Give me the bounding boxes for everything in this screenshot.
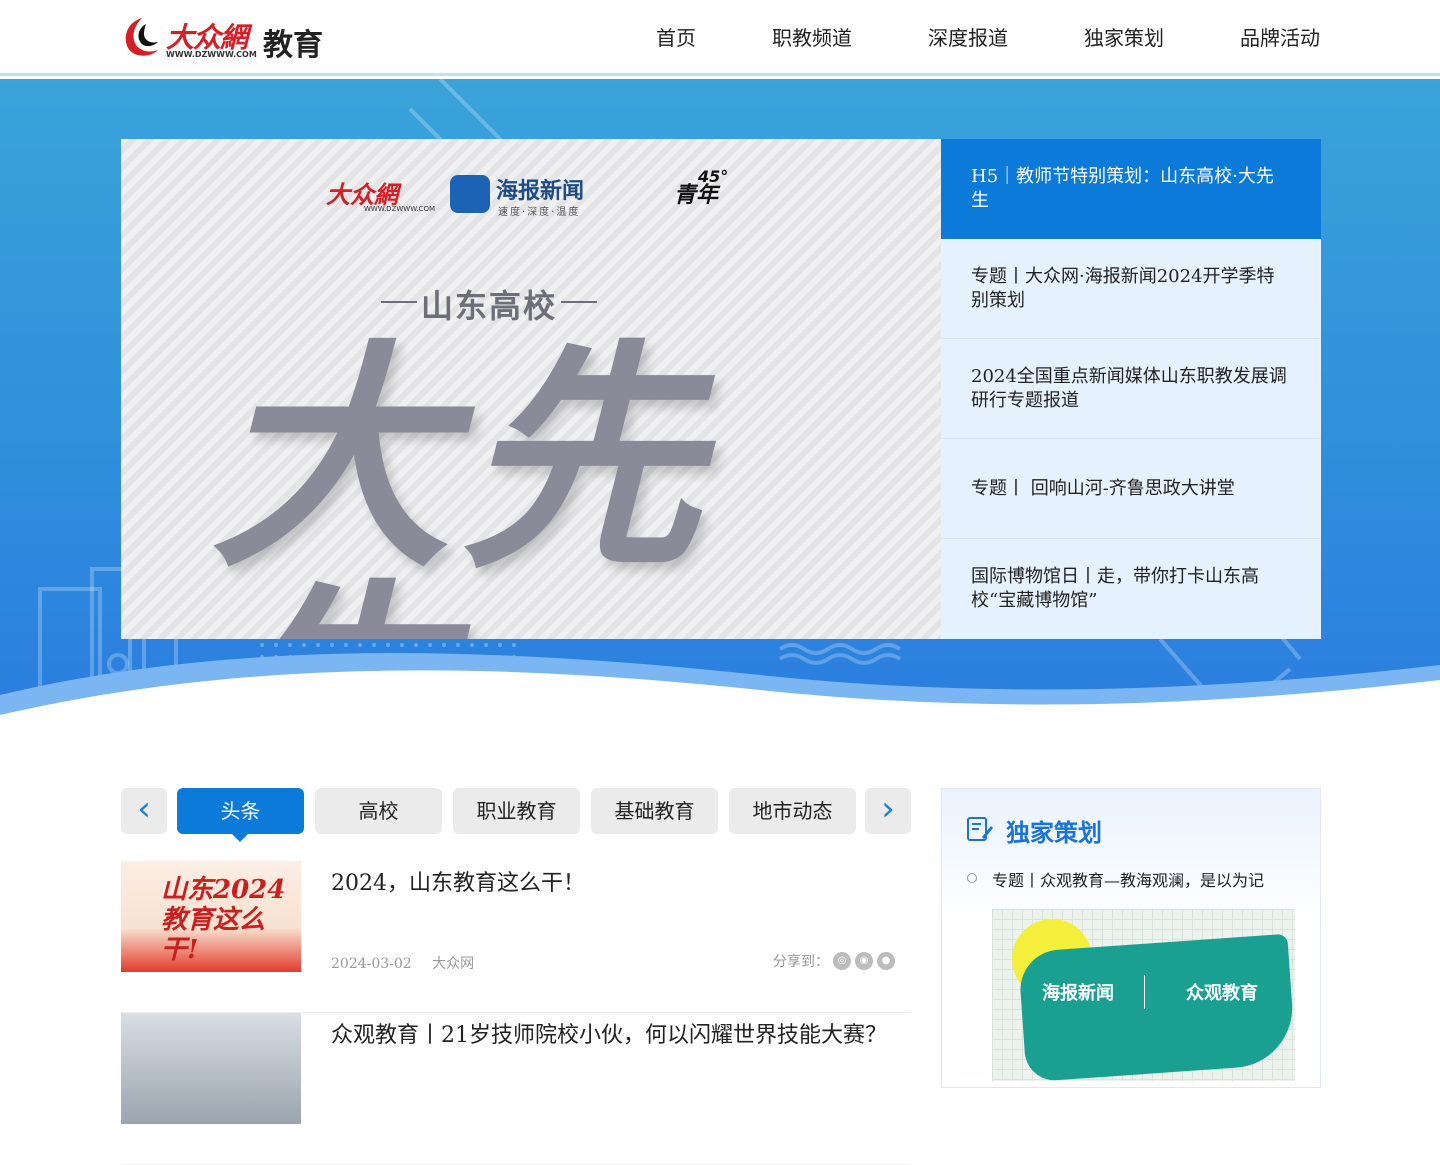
banner-calligraphy-title: 大先生 <box>211 318 712 639</box>
panel-image-haibao-text: 海报新闻 <box>1042 983 1114 1004</box>
site-logo[interactable]: 大众網 WWW.DZWWW.COM 教育 <box>120 12 330 64</box>
chevron-right-icon[interactable]: › <box>865 788 911 834</box>
nav-indepth[interactable]: 深度报道 <box>928 22 1008 51</box>
news-meta: 2024-03-02 大众网 <box>331 953 474 973</box>
banner-logo-haibao: 海报新闻 <box>496 179 585 204</box>
exclusive-features-panel: 独家策划 专题丨众观教育—教海观澜，是以为记 海报新闻 众观教育 <box>941 788 1321 1088</box>
nav-brand-events[interactable]: 品牌活动 <box>1240 22 1320 51</box>
share-bar: 分享到： ◎ ◉ ● <box>773 951 895 971</box>
news-item[interactable]: 众观教育丨21岁技师院校小伙，何以闪耀世界技能大赛？ <box>121 1013 911 1165</box>
panel-image-divider <box>1144 975 1145 1009</box>
main-nav: 首页 职教频道 深度报道 独家策划 品牌活动 <box>580 22 1320 51</box>
news-thumbnail-text: 山东2024教育这么干! <box>161 875 286 965</box>
featured-topic-item[interactable]: 国际博物馆日丨走，带你打卡山东高校“宝藏博物馆” <box>941 539 1321 639</box>
panel-image-teal-brush <box>1017 933 1295 1081</box>
notebook-edit-icon <box>967 817 993 841</box>
featured-topic-item[interactable]: H5｜教师节特别策划：山东高校·大先生 <box>941 139 1321 239</box>
category-tabs: ‹ 头条 高校 职业教育 基础教育 地市动态 › <box>121 788 911 842</box>
news-list: 山东2024教育这么干! 2024，山东教育这么干！ 2024-03-02 大众… <box>121 861 911 1165</box>
panel-feature-link[interactable]: 专题丨众观教育—教海观澜，是以为记 <box>992 867 1264 891</box>
banner-logo-qn: 青年 <box>674 183 719 208</box>
tab-headlines[interactable]: 头条 <box>177 788 304 842</box>
panel-title: 独家策划 <box>1006 819 1102 847</box>
featured-topics-list: H5｜教师节特别策划：山东高校·大先生 专题丨大众网·海报新闻2024开学季特别… <box>941 139 1321 639</box>
tab-universities[interactable]: 高校 <box>315 788 442 834</box>
banner-logo-haibao-sub: 速度·深度·温度 <box>498 207 581 218</box>
dazhong-flame-logo-icon <box>125 18 158 56</box>
news-thumbnail[interactable] <box>121 1013 301 1124</box>
share-label: 分享到： <box>773 954 829 970</box>
featured-topic-item[interactable]: 专题丨大众网·海报新闻2024开学季特别策划 <box>941 239 1321 339</box>
wechat-share-icon[interactable]: ● <box>877 952 895 970</box>
featured-topic-item[interactable]: 2024全国重点新闻媒体山东职教发展调研行专题报道 <box>941 339 1321 439</box>
banner-logo-dazhong-url: WWW.DZWWW.COM <box>364 205 435 213</box>
nav-exclusive[interactable]: 独家策划 <box>1084 22 1164 51</box>
banner-partner-logos: 大众網 WWW.DZWWW.COM 海报新闻 速度·深度·温度 45° 青年 <box>326 167 746 219</box>
haibao-icon <box>450 175 490 213</box>
hero-bottom-wave <box>0 653 1440 760</box>
qq-share-icon[interactable]: ◉ <box>855 952 873 970</box>
chevron-left-icon[interactable]: ‹ <box>121 788 167 834</box>
news-thumbnail[interactable]: 山东2024教育这么干! <box>121 861 301 972</box>
nav-vocational[interactable]: 职教频道 <box>772 22 852 51</box>
tab-vocational-education[interactable]: 职业教育 <box>453 788 580 834</box>
news-date: 2024-03-02 <box>331 956 412 972</box>
logo-url-text: WWW.DZWWW.COM <box>166 50 257 59</box>
featured-topic-item[interactable]: 专题丨 回响山河-齐鲁思政大讲堂 <box>941 439 1321 539</box>
tab-city-news[interactable]: 地市动态 <box>729 788 856 834</box>
news-title[interactable]: 2024，山东教育这么干！ <box>331 865 585 897</box>
news-source: 大众网 <box>432 956 475 972</box>
news-title[interactable]: 众观教育丨21岁技师院校小伙，何以闪耀世界技能大赛？ <box>331 1017 887 1049</box>
logo-section-text: 教育 <box>263 28 323 63</box>
bullet-icon <box>967 873 977 883</box>
hero-banner-image[interactable]: 大众網 WWW.DZWWW.COM 海报新闻 速度·深度·温度 45° 青年 山… <box>121 139 941 639</box>
panel-feature-image[interactable]: 海报新闻 众观教育 <box>992 909 1295 1081</box>
nav-home[interactable]: 首页 <box>656 22 696 51</box>
panel-image-zhongguan-text: 众观教育 <box>1186 983 1258 1004</box>
news-item[interactable]: 山东2024教育这么干! 2024，山东教育这么干！ 2024-03-02 大众… <box>121 861 911 1013</box>
tab-basic-education[interactable]: 基础教育 <box>591 788 718 834</box>
weibo-share-icon[interactable]: ◎ <box>833 952 851 970</box>
site-header: 大众網 WWW.DZWWW.COM 教育 首页 职教频道 深度报道 独家策划 品… <box>0 0 1440 76</box>
